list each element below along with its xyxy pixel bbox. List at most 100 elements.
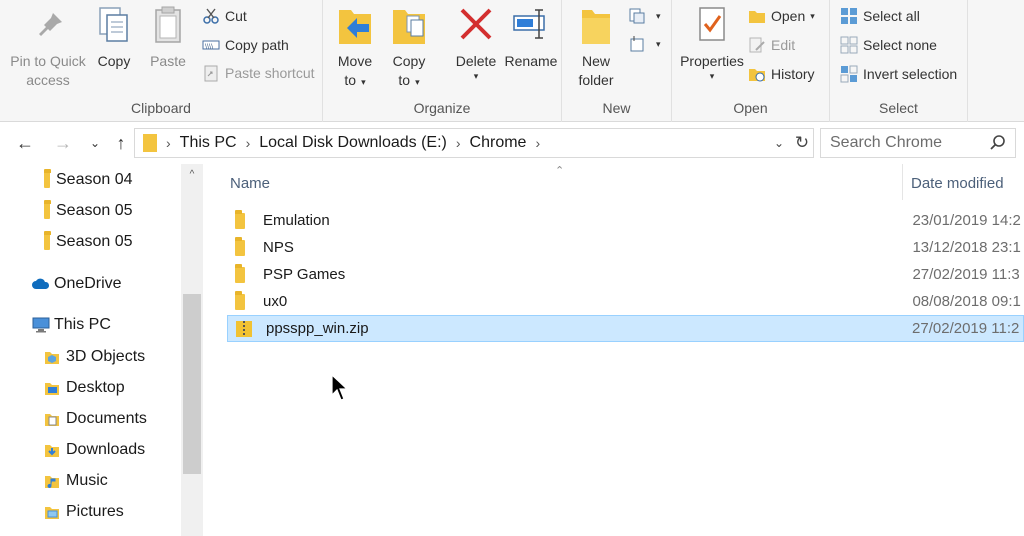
select-none-icon [840,36,858,54]
up-button[interactable]: ↑ [110,130,132,156]
tree-item-3d-objects[interactable]: 3D Objects [44,344,145,370]
open-button[interactable]: Open ▾ [748,4,815,28]
chevron-right-icon: › [455,135,461,151]
scrollbar-thumb[interactable] [183,294,201,474]
organize-group: Move to ▾ Copy to ▾ Delete ▾ Rename Organi… [323,0,562,122]
refresh-icon: ↻ [794,133,810,152]
move-to-label-line2: to [344,72,357,88]
address-dropdown-button[interactable]: ⌄ [768,130,790,156]
select-group-label: Select [879,100,918,116]
tree-item-music[interactable]: Music [44,468,108,494]
new-folder-icon [576,4,616,48]
paste-button[interactable]: Paste [146,4,190,71]
tree-item-season-04[interactable]: Season 04 [44,167,133,193]
tree-item-onedrive[interactable]: OneDrive [32,271,122,297]
new-folder-button[interactable]: New folder [572,4,620,90]
history-label: History [771,66,815,82]
copy-to-button[interactable]: Copy to ▾ [387,4,431,92]
move-to-icon [335,4,375,48]
column-header-name[interactable]: Name [230,170,270,198]
history-button[interactable]: History [748,62,815,86]
tree-item-desktop[interactable]: Desktop [44,375,125,401]
select-none-button[interactable]: Select none [840,33,937,57]
folder-icon [235,209,245,229]
arrow-left-icon: ← [16,133,34,153]
paste-shortcut-label: Paste shortcut [225,65,315,81]
invert-selection-button[interactable]: Invert selection [840,62,957,86]
column-header-date-modified[interactable]: Date modified [911,170,1004,198]
paste-icon [148,4,188,48]
file-row-ux0[interactable]: ux0 08/08/2018 09:1 [227,288,1024,315]
file-row-nps[interactable]: NPS 13/12/2018 23:1 [227,234,1024,261]
tree-item-label: This PC [54,316,111,333]
search-box[interactable]: Search Chrome [820,128,1016,158]
file-date: 27/02/2019 11:2 [912,320,1020,337]
open-group-label: Open [733,100,768,116]
delete-button[interactable]: Delete ▾ [451,4,501,81]
tree-item-documents[interactable]: Documents [44,406,147,432]
tree-item-season-05[interactable]: Season 05 [44,198,133,224]
cut-button[interactable]: Cut [202,4,247,28]
file-row-ppsspp-win-zip[interactable]: ppsspp_win.zip 27/02/2019 11:2 [227,315,1024,342]
tree-item-pictures[interactable]: Pictures [44,499,124,525]
file-name: Emulation [263,212,330,229]
pin-to-quick-access-button[interactable]: Pin to Quick access [6,4,90,90]
new-folder-label-line1: New [581,53,610,69]
new-folder-label-line2: folder [578,72,614,88]
navigation-pane: Season 04 Season 05 Season 05 OneDrive T… [0,164,203,536]
computer-icon [32,317,50,333]
file-date: 23/01/2019 14:2 [912,212,1021,229]
chevron-right-icon: › [245,135,251,151]
file-date: 27/02/2019 11:3 [912,266,1020,283]
file-row-emulation[interactable]: Emulation 23/01/2019 14:2 [227,207,1024,234]
breadcrumb-chrome[interactable]: Chrome [470,134,527,152]
cut-label: Cut [225,8,247,24]
copy-button[interactable]: Copy [92,4,136,71]
rename-button[interactable]: Rename [503,4,559,71]
forward-button[interactable]: → [52,130,74,156]
select-all-button[interactable]: Select all [840,4,920,28]
chevron-right-icon: › [535,135,541,151]
select-group: Select all Select none Invert selection … [830,0,968,122]
easy-access-button[interactable]: ▾ [628,32,661,56]
address-bar[interactable]: › This PC › Local Disk Downloads (E:) › … [134,128,814,158]
chevron-down-icon: ▾ [415,77,420,87]
folder-icon [235,236,245,256]
open-label: Open [771,8,806,24]
paste-shortcut-button[interactable]: Paste shortcut [202,61,315,85]
folder-icon [235,290,245,310]
copy-to-label-line2: to [398,72,411,88]
scroll-up-button[interactable]: ^ [181,164,203,186]
file-date: 08/08/2018 09:1 [912,293,1021,310]
open-folder-icon [748,7,766,25]
edit-label: Edit [771,37,796,53]
breadcrumb-drive[interactable]: Local Disk Downloads (E:) [259,134,447,152]
new-item-button[interactable]: ▾ [628,4,661,28]
back-button[interactable]: ← [14,130,36,156]
tree-item-season-05-copy[interactable]: Season 05 [44,229,133,255]
column-divider[interactable] [902,164,903,200]
navpane-scrollbar[interactable]: ^ [181,164,203,536]
mouse-cursor-icon [330,373,350,402]
recent-locations-button[interactable]: ⌄ [84,130,106,156]
folder-icon [44,169,51,188]
tree-item-label: Music [66,472,108,489]
tree-item-downloads[interactable]: Downloads [44,437,145,463]
cloud-icon [32,276,50,292]
chevron-up-icon: ^ [189,169,195,180]
breadcrumb-this-pc[interactable]: This PC [180,134,237,152]
invert-selection-label: Invert selection [863,66,958,82]
refresh-button[interactable]: ↻ [790,130,814,156]
downloads-icon [44,442,60,458]
copy-path-button[interactable]: \\\\ Copy path [202,33,289,57]
search-placeholder: Search Chrome [830,134,943,151]
properties-button[interactable]: Properties ▾ [676,4,748,81]
edit-button[interactable]: Edit [748,33,795,57]
delete-x-icon [456,4,496,48]
file-row-psp-games[interactable]: PSP Games 27/02/2019 11:3 [227,261,1024,288]
scissors-icon [202,7,220,25]
tree-item-this-pc[interactable]: This PC [32,312,111,338]
copy-icon [94,4,134,48]
move-to-button[interactable]: Move to ▾ [333,4,377,92]
folder-icon [44,200,51,219]
